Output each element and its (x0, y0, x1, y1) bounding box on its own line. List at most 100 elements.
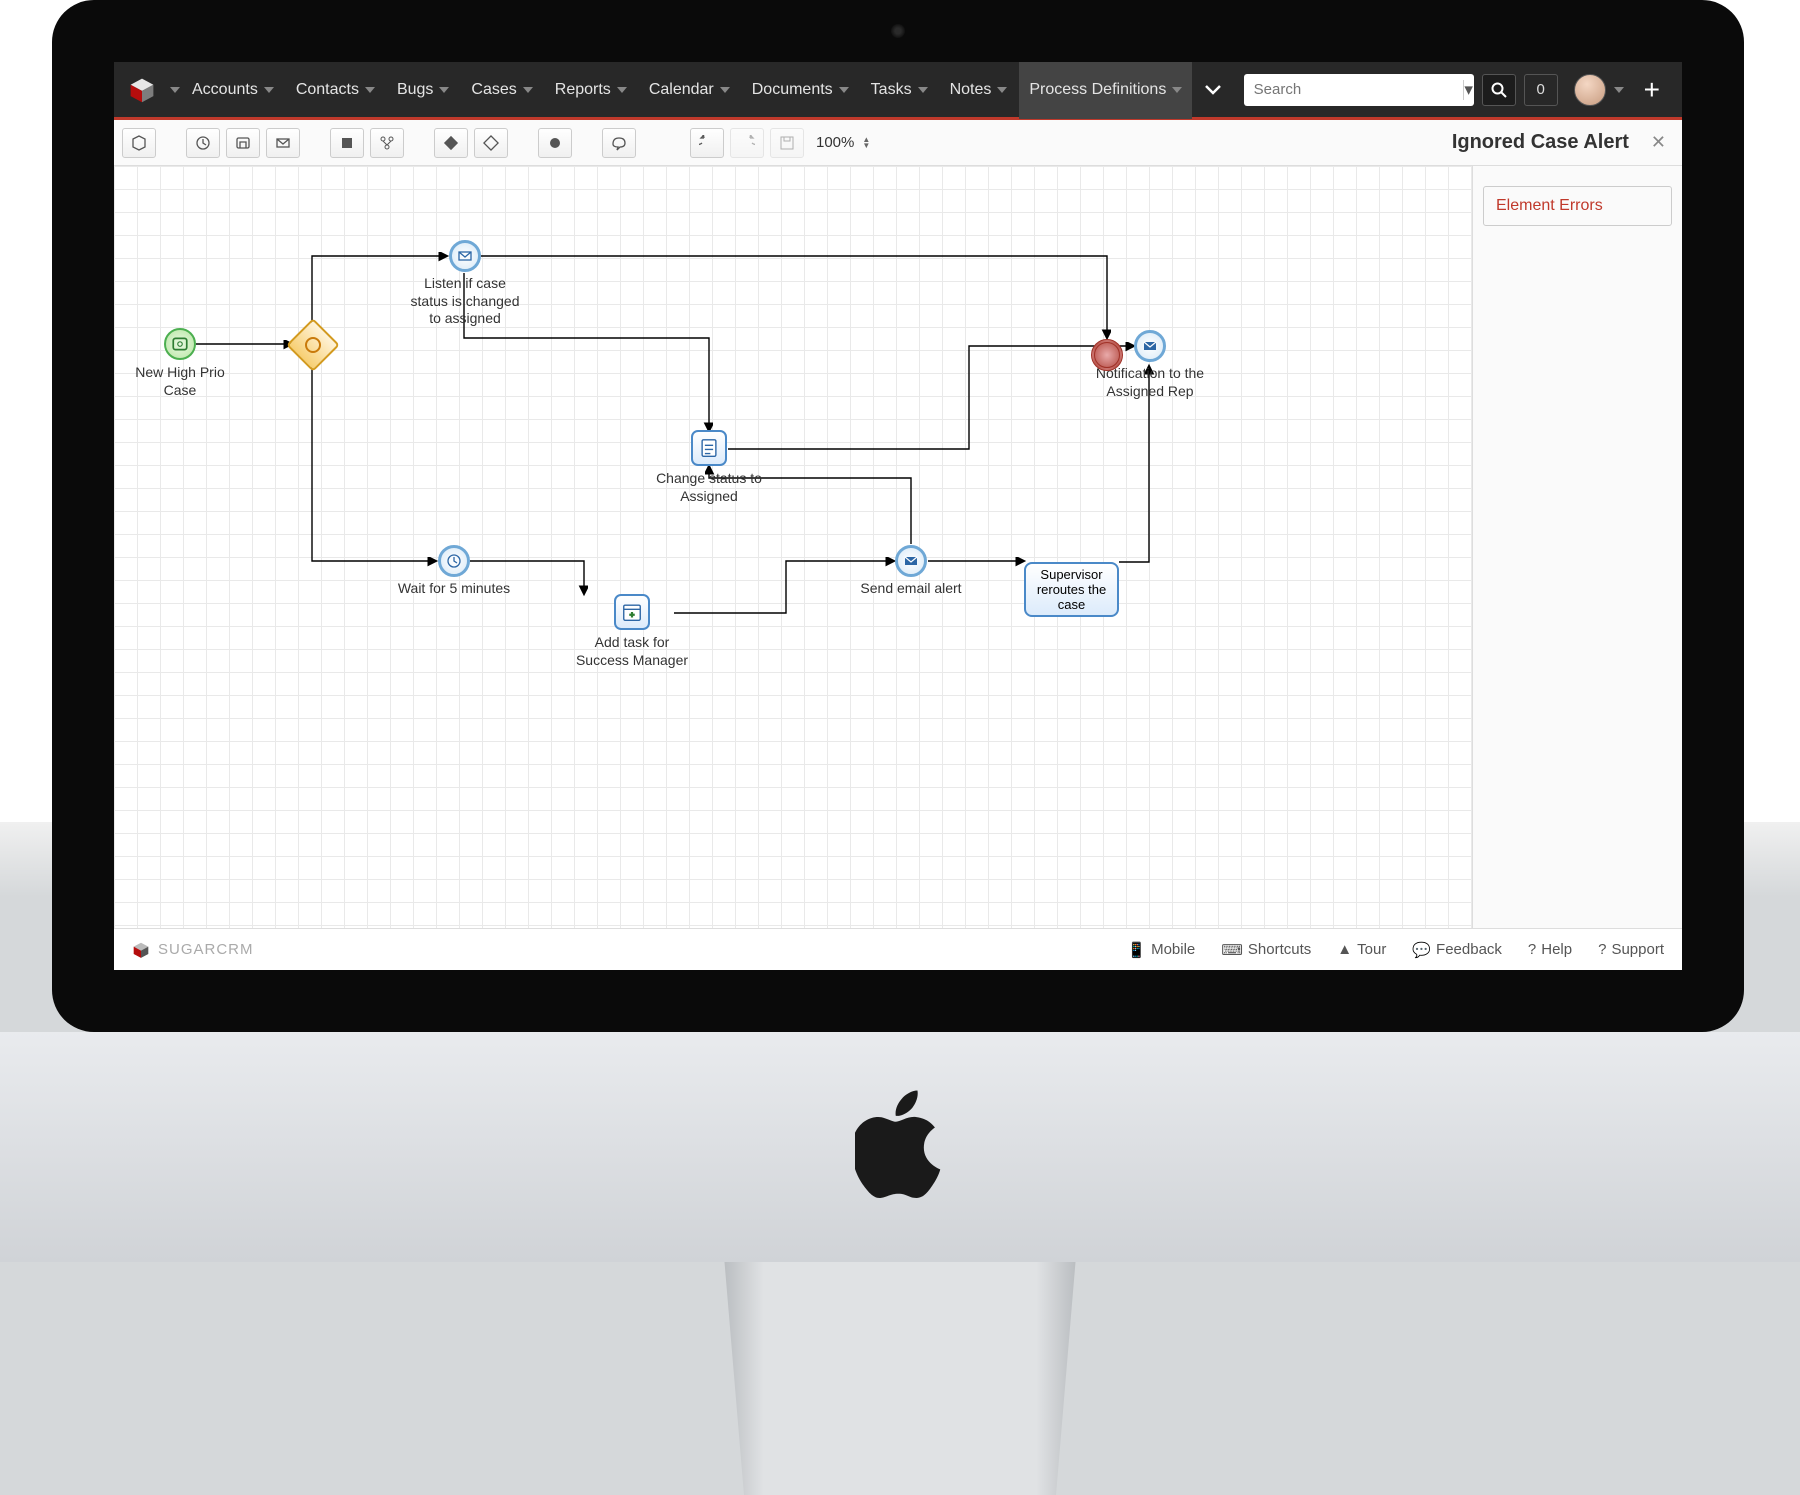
zoom-control[interactable]: 100% ▲▼ (816, 134, 870, 151)
nav-item-documents[interactable]: Documents (742, 62, 859, 119)
quick-create-button[interactable]: + (1644, 74, 1660, 106)
apple-logo-icon (855, 1090, 945, 1200)
zoom-value: 100% (816, 134, 854, 151)
nav-item-accounts[interactable]: Accounts (182, 62, 284, 119)
supervisor-user-task[interactable]: Supervisor reroutes the case (1024, 562, 1119, 617)
start-event-label: New High Prio Case (120, 364, 240, 399)
brand-sub: CRM (216, 941, 253, 958)
supervisor-label: Supervisor reroutes the case (1030, 567, 1113, 612)
tool-gateway-solid[interactable] (434, 128, 468, 158)
tour-icon: ▲ (1337, 941, 1352, 958)
nav-item-calendar[interactable]: Calendar (639, 62, 740, 119)
addtask-label: Add task for Success Manager (572, 634, 692, 669)
footer-brand: SUGARCRM (158, 941, 254, 958)
help-icon: ? (1528, 941, 1536, 958)
footer-link-support[interactable]: ? Support (1598, 941, 1664, 959)
undo-button[interactable] (690, 128, 724, 158)
search-button[interactable] (1482, 74, 1516, 106)
footer-link-mobile[interactable]: 📱 Mobile (1127, 941, 1195, 959)
tool-annotation[interactable] (602, 128, 636, 158)
search-input[interactable] (1244, 81, 1463, 98)
feedback-icon: 💬 (1412, 941, 1431, 959)
nav-item-cases[interactable]: Cases (461, 62, 542, 119)
search-scope-caret[interactable]: ▾ (1463, 80, 1474, 100)
notification-event[interactable] (1134, 330, 1166, 362)
intermediate-listen-event[interactable] (449, 240, 481, 272)
footer-link-label: Help (1541, 941, 1572, 958)
save-disabled (770, 128, 804, 158)
footer-link-tour[interactable]: ▲ Tour (1337, 941, 1386, 959)
camera-dot (891, 24, 905, 38)
send-email-event[interactable] (895, 545, 927, 577)
nav-caret-icon (439, 87, 449, 93)
redo-button (730, 128, 764, 158)
tool-timer-event[interactable] (186, 128, 220, 158)
nav-item-bugs[interactable]: Bugs (387, 62, 459, 119)
nav-caret-icon (720, 87, 730, 93)
nav-caret-icon (997, 87, 1007, 93)
listen-label: Listen if case status is changed to assi… (405, 275, 525, 328)
user-avatar[interactable] (1574, 74, 1606, 106)
top-nav: AccountsContactsBugsCasesReportsCalendar… (114, 62, 1682, 120)
footer-logo-icon (132, 941, 150, 959)
footer-link-label: Feedback (1436, 941, 1502, 958)
start-event[interactable] (164, 328, 196, 360)
change-status-task[interactable] (691, 430, 727, 466)
sugar-logo-icon[interactable] (128, 76, 156, 104)
element-errors-button[interactable]: Element Errors (1483, 186, 1672, 226)
diagram-canvas[interactable]: New High Prio Case Listen if case status… (114, 166, 1472, 928)
nav-item-notes[interactable]: Notes (940, 62, 1018, 119)
nav-caret-icon (264, 87, 274, 93)
footer-link-help[interactable]: ? Help (1528, 941, 1572, 959)
tool-gateway-outline[interactable] (474, 128, 508, 158)
shortcuts-icon: ⌨ (1221, 941, 1243, 959)
tool-save[interactable] (122, 128, 156, 158)
tool-receive-event[interactable] (226, 128, 260, 158)
nav-item-contacts[interactable]: Contacts (286, 62, 385, 119)
footer-link-label: Shortcuts (1248, 941, 1311, 958)
process-title: Ignored Case Alert (1452, 131, 1637, 154)
end-event[interactable] (1091, 339, 1123, 371)
nav-item-reports[interactable]: Reports (545, 62, 637, 119)
nav-item-tasks[interactable]: Tasks (861, 62, 938, 119)
change-label: Change status to Assigned (649, 470, 769, 505)
footer: SUGARCRM 📱 Mobile ⌨ Shortcuts ▲ Tour 💬 Feedback… (114, 928, 1682, 970)
footer-link-label: Support (1611, 941, 1664, 958)
footer-link-label: Tour (1357, 941, 1386, 958)
logo-menu-caret[interactable] (170, 87, 180, 93)
brand-main: SUGAR (158, 941, 216, 958)
support-icon: ? (1598, 941, 1606, 958)
add-task-activity[interactable] (614, 594, 650, 630)
gateway[interactable] (286, 318, 340, 372)
close-button[interactable]: ✕ (1643, 132, 1674, 153)
tool-end-event[interactable] (538, 128, 572, 158)
monitor-stand (705, 1262, 1095, 1495)
designer-toolbar: 100% ▲▼ Ignored Case Alert ✕ (114, 120, 1682, 166)
side-panel: Element Errors (1472, 166, 1682, 928)
tool-task[interactable] (330, 128, 364, 158)
tool-connect[interactable] (370, 128, 404, 158)
nav-item-process-definitions[interactable]: Process Definitions (1019, 62, 1192, 119)
nav-caret-icon (918, 87, 928, 93)
flow-connectors (114, 166, 1472, 928)
footer-link-shortcuts[interactable]: ⌨ Shortcuts (1221, 941, 1311, 959)
user-menu-caret[interactable] (1614, 87, 1624, 93)
notification-count[interactable]: 0 (1524, 74, 1558, 106)
nav-caret-icon (617, 87, 627, 93)
mobile-icon: 📱 (1127, 941, 1146, 959)
monitor-bezel: AccountsContactsBugsCasesReportsCalendar… (52, 0, 1744, 1032)
footer-link-feedback[interactable]: 💬 Feedback (1412, 941, 1502, 959)
nav-caret-icon (839, 87, 849, 93)
sendemail-label: Send email alert (851, 580, 971, 598)
screen: AccountsContactsBugsCasesReportsCalendar… (114, 62, 1682, 970)
nav-caret-icon (1172, 87, 1182, 93)
timer-event[interactable] (438, 545, 470, 577)
nav-caret-icon (365, 87, 375, 93)
global-search[interactable]: ▾ (1244, 74, 1474, 106)
nav-caret-icon (523, 87, 533, 93)
wait-label: Wait for 5 minutes (394, 580, 514, 598)
tool-message-event[interactable] (266, 128, 300, 158)
zoom-stepper-icon[interactable]: ▲▼ (862, 137, 870, 149)
footer-link-label: Mobile (1151, 941, 1195, 958)
overflow-menu[interactable] (1194, 62, 1232, 119)
